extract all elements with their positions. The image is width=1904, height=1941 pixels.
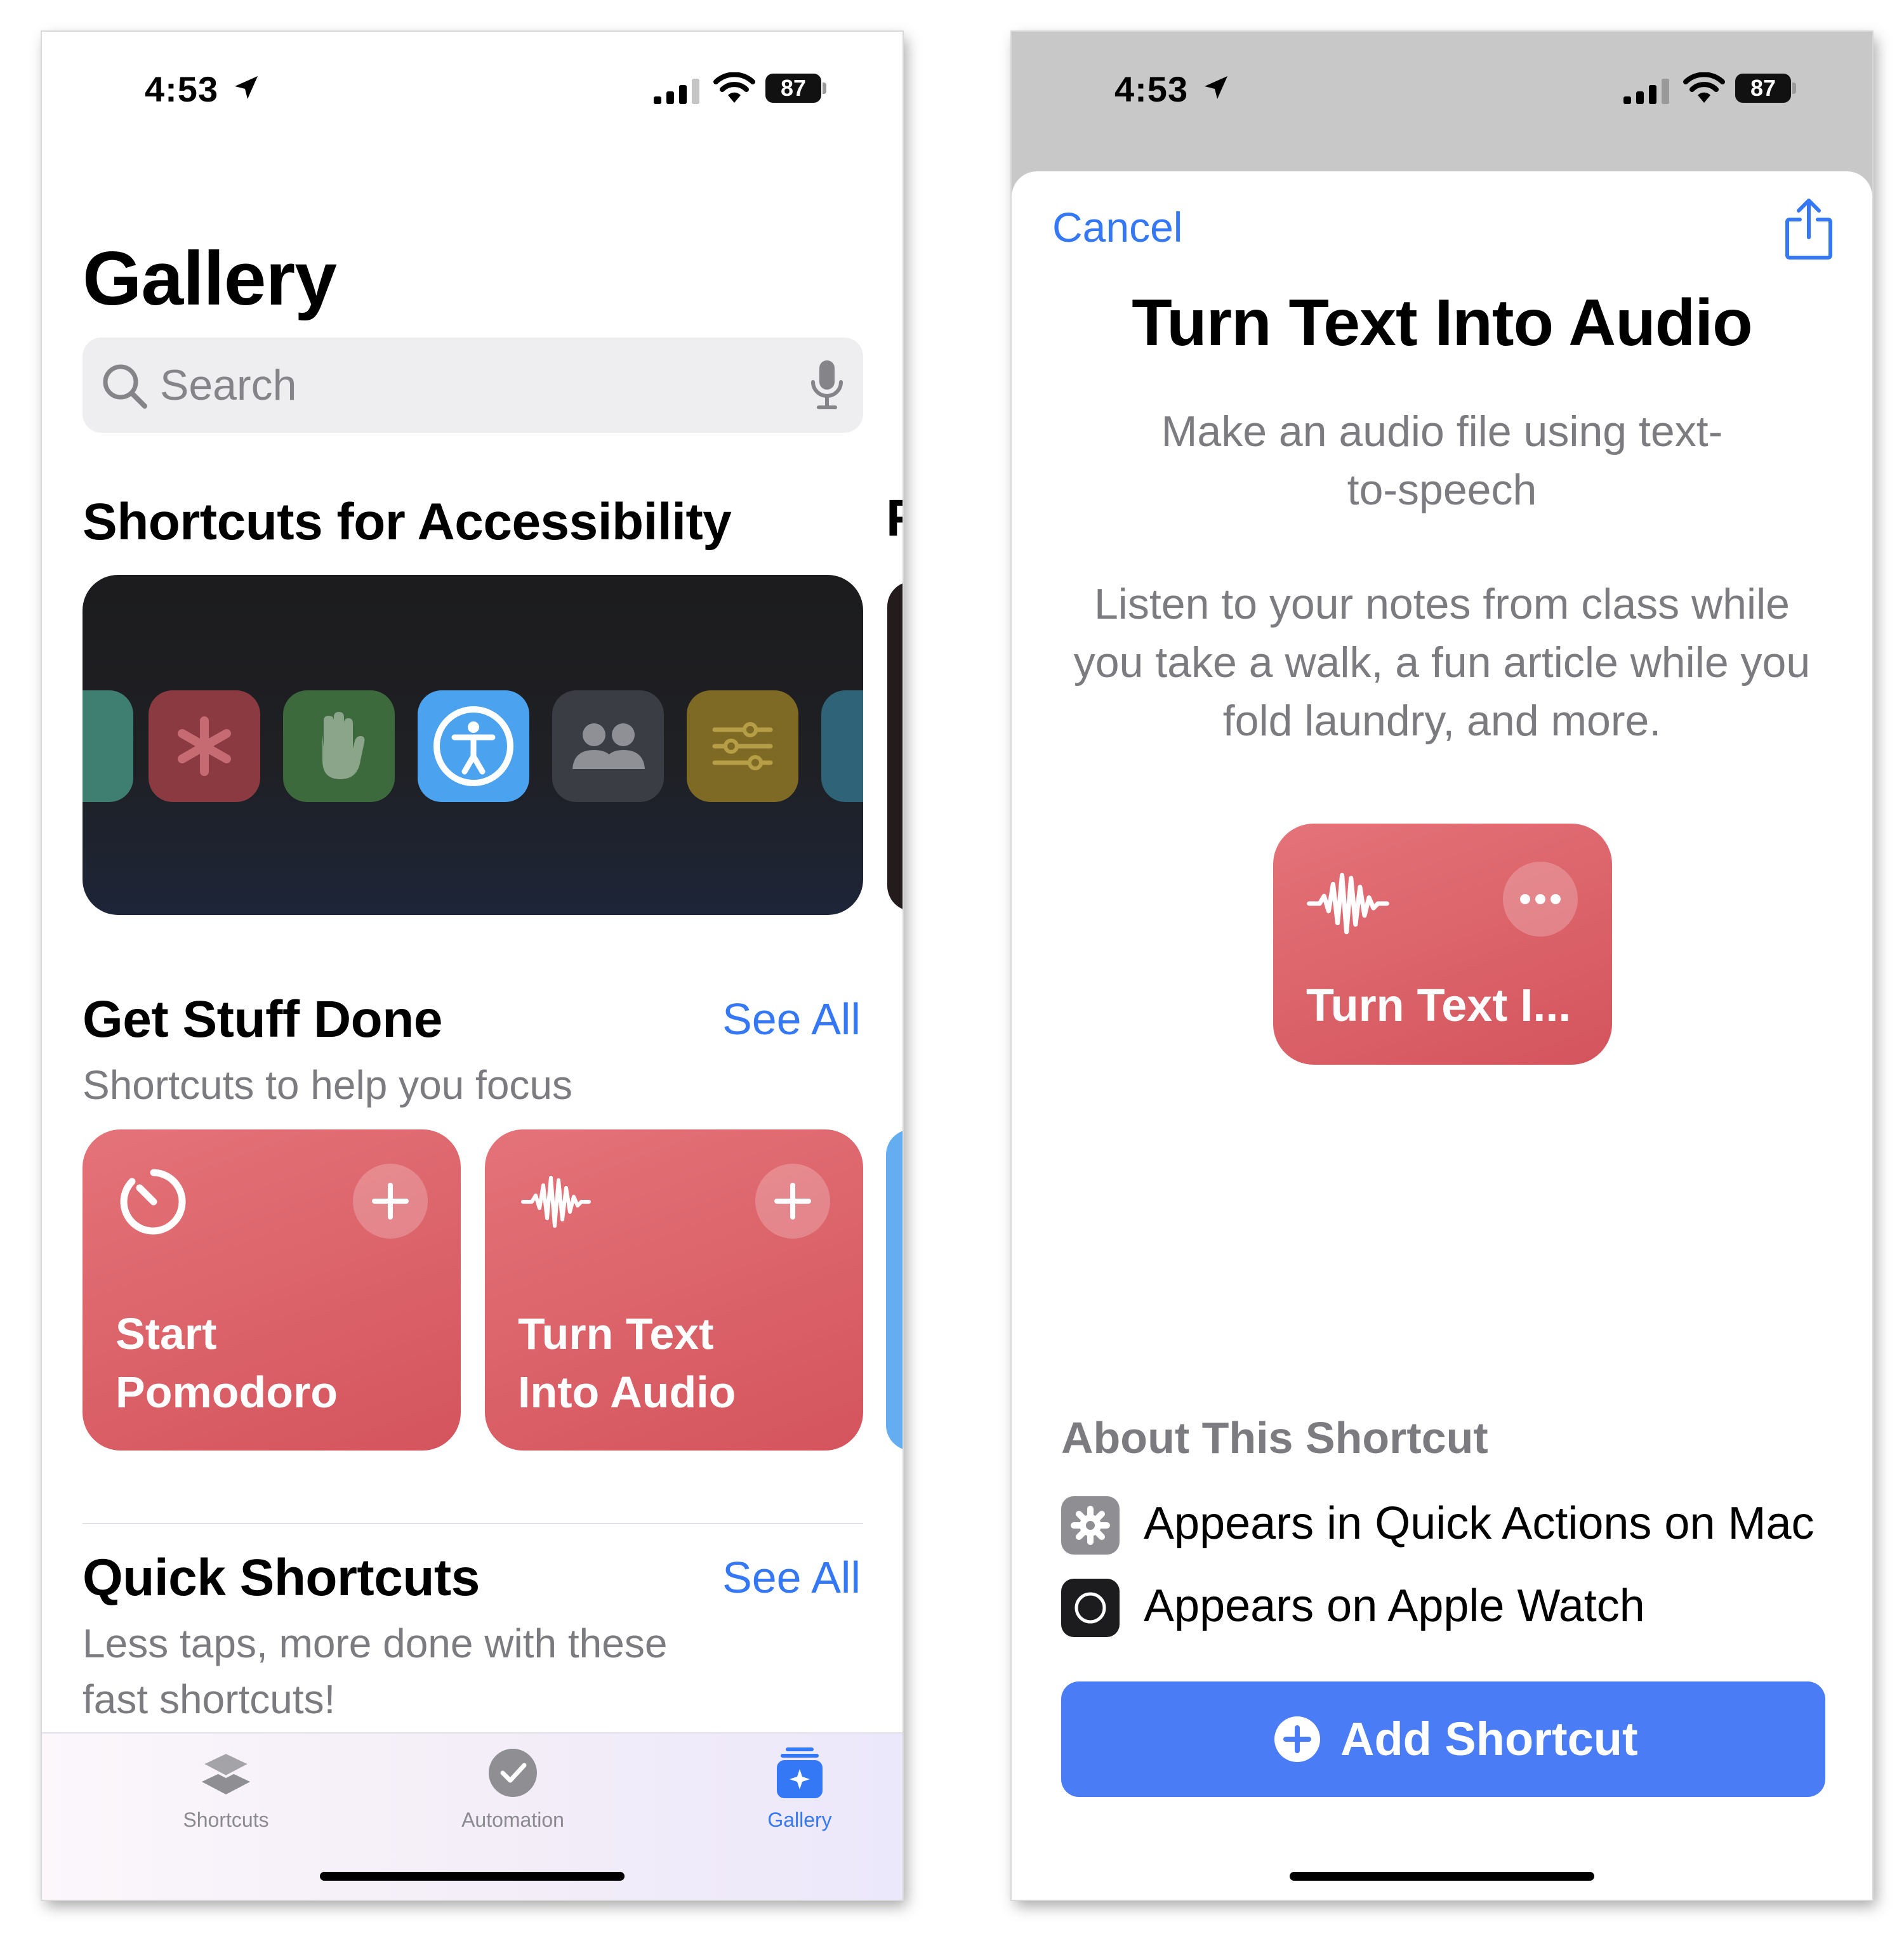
battery-icon: 87 bbox=[765, 74, 826, 103]
home-indicator[interactable] bbox=[1290, 1872, 1594, 1881]
gear-icon bbox=[1061, 1496, 1120, 1555]
battery-tip bbox=[823, 82, 826, 94]
search-input[interactable]: Search bbox=[83, 338, 863, 433]
turn-text-into-audio-card[interactable]: Turn Text Into Audio bbox=[485, 1129, 863, 1451]
add-shortcut-plus-button[interactable] bbox=[353, 1164, 428, 1239]
gallery-screen: 4:53 87 Gallery Search Shortcuts for Acc… bbox=[42, 32, 902, 1900]
status-time: 4:53 bbox=[145, 69, 219, 109]
shortcut-subtitle: Make an audio file using text- to-speech bbox=[1125, 402, 1759, 519]
more-options-button[interactable] bbox=[1503, 862, 1578, 937]
shortcut-description-line3: fold laundry, and more. bbox=[1222, 697, 1662, 745]
search-placeholder: Search bbox=[160, 361, 297, 409]
accessibility-hero-banner[interactable] bbox=[83, 575, 863, 915]
watch-icon bbox=[1061, 1579, 1120, 1637]
about-item-text: Appears on Apple Watch bbox=[1144, 1581, 1645, 1631]
get-stuff-done-see-all-link[interactable]: See All bbox=[722, 994, 861, 1044]
tab-label: Shortcuts bbox=[183, 1808, 269, 1831]
card-label-line1: Start bbox=[116, 1309, 217, 1359]
people-icon bbox=[552, 690, 664, 802]
card-label-line2: Into Audio bbox=[518, 1367, 736, 1417]
cancel-button[interactable]: Cancel bbox=[1052, 203, 1182, 251]
card-label: Turn Text Into Audio bbox=[518, 1305, 835, 1421]
layers-icon bbox=[199, 1751, 253, 1794]
tab-label: Automation bbox=[461, 1808, 564, 1831]
accessibility-section-title: Shortcuts for Accessibility bbox=[83, 493, 732, 551]
quick-shortcuts-subtitle-line2: fast shortcuts! bbox=[83, 1676, 336, 1722]
shortcut-sheet: Cancel Turn Text Into Audio Make an audi… bbox=[1012, 171, 1872, 1900]
about-item-text: Appears in Quick Actions on Mac bbox=[1144, 1498, 1815, 1549]
ellipsis-icon bbox=[1520, 894, 1561, 904]
quick-shortcuts-title: Quick Shortcuts bbox=[83, 1549, 480, 1607]
quick-shortcuts-subtitle: Less taps, more done with these fast sho… bbox=[83, 1615, 667, 1727]
plus-circle-icon bbox=[1274, 1716, 1320, 1762]
quick-shortcuts-see-all-link[interactable]: See All bbox=[722, 1552, 861, 1603]
location-arrow-icon bbox=[1205, 76, 1227, 99]
cellular-signal-icon bbox=[654, 79, 699, 104]
tab-gallery[interactable]: Gallery bbox=[704, 1745, 895, 1846]
add-shortcut-label: Add Shortcut bbox=[1340, 1713, 1638, 1765]
tab-shortcuts[interactable]: Shortcuts bbox=[131, 1745, 321, 1846]
cellular-signal-icon bbox=[1623, 79, 1669, 104]
timer-icon bbox=[120, 1169, 186, 1235]
shortcut-subtitle-line2: to-speech bbox=[1347, 466, 1537, 514]
section-divider bbox=[83, 1523, 863, 1524]
shortcut-title: Turn Text Into Audio bbox=[1132, 286, 1752, 360]
shortcut-preview-card[interactable]: Turn Text I... bbox=[1273, 824, 1612, 1065]
shortcut-description-line2: you take a walk, a fun article while you bbox=[1073, 638, 1811, 687]
gallery-icon bbox=[777, 1747, 823, 1798]
hand-icon bbox=[283, 690, 395, 802]
start-pomodoro-card[interactable]: Start Pomodoro bbox=[83, 1129, 461, 1451]
get-stuff-done-title: Get Stuff Done bbox=[83, 990, 442, 1048]
card-label-line1: Turn Text bbox=[518, 1309, 714, 1359]
tab-bar: Shortcuts Automation Gallery bbox=[42, 1732, 902, 1900]
add-shortcut-plus-button[interactable] bbox=[755, 1164, 830, 1239]
battery-tip bbox=[1792, 82, 1796, 94]
shortcut-detail-screen: 4:53 87 Cancel Turn Text Into Audio Make… bbox=[1012, 32, 1872, 1900]
location-arrow-icon bbox=[235, 76, 258, 99]
tab-label: Gallery bbox=[767, 1808, 832, 1831]
microphone-icon[interactable] bbox=[810, 359, 844, 411]
asterisk-icon bbox=[149, 690, 260, 802]
checkmark-clock-icon bbox=[489, 1749, 537, 1797]
plus-icon bbox=[372, 1183, 409, 1220]
get-stuff-done-subtitle: Shortcuts to help you focus bbox=[83, 1062, 572, 1108]
shortcut-description: Listen to your notes from class while yo… bbox=[1061, 575, 1823, 750]
waveform-icon bbox=[1307, 872, 1389, 935]
battery-icon: 87 bbox=[1735, 74, 1796, 103]
share-icon[interactable] bbox=[1783, 197, 1834, 260]
status-bar: 4:53 87 bbox=[42, 32, 902, 152]
next-hero-banner-peek[interactable] bbox=[887, 581, 902, 911]
shortcut-description-line1: Listen to your notes from class while bbox=[1094, 580, 1790, 628]
status-bar: 4:53 87 bbox=[1012, 32, 1872, 152]
partial-icon-right bbox=[821, 690, 863, 802]
add-shortcut-button[interactable]: Add Shortcut bbox=[1061, 1681, 1825, 1797]
battery-level: 87 bbox=[765, 74, 821, 103]
battery-level: 87 bbox=[1735, 74, 1791, 103]
next-section-peek: F bbox=[886, 489, 902, 547]
search-icon bbox=[103, 364, 147, 409]
card-label: Turn Text I... bbox=[1306, 980, 1571, 1031]
partial-icon bbox=[83, 690, 133, 802]
wifi-icon bbox=[713, 72, 755, 103]
plus-icon bbox=[774, 1183, 811, 1220]
about-section-title: About This Shortcut bbox=[1061, 1413, 1488, 1463]
next-card-peek[interactable] bbox=[886, 1129, 902, 1451]
page-title: Gallery bbox=[83, 236, 337, 321]
sliders-icon bbox=[687, 690, 798, 802]
home-indicator[interactable] bbox=[320, 1872, 625, 1881]
status-time: 4:53 bbox=[1114, 69, 1189, 109]
accessibility-icon bbox=[418, 690, 529, 802]
card-label-line2: Pomodoro bbox=[116, 1367, 338, 1417]
card-label: Start Pomodoro bbox=[116, 1305, 433, 1421]
waveform-icon bbox=[521, 1176, 591, 1228]
quick-shortcuts-subtitle-line1: Less taps, more done with these bbox=[83, 1621, 668, 1666]
wifi-icon bbox=[1683, 72, 1725, 103]
shortcut-subtitle-line1: Make an audio file using text- bbox=[1161, 407, 1723, 456]
tab-automation[interactable]: Automation bbox=[418, 1745, 608, 1846]
